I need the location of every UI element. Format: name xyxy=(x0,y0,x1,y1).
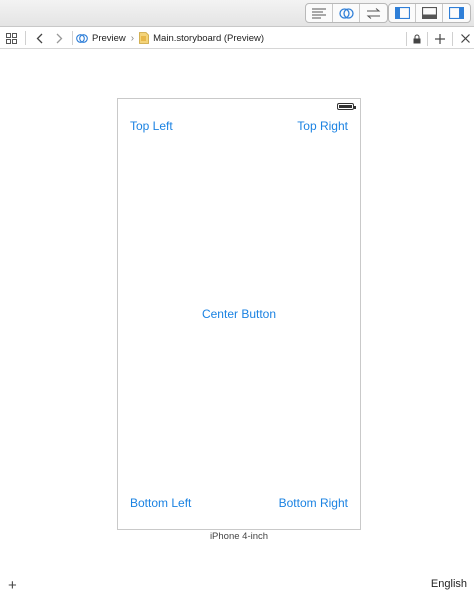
divider xyxy=(427,31,428,46)
storyboard-file-icon xyxy=(139,32,150,44)
close-editor-button[interactable] xyxy=(456,28,474,49)
forward-button[interactable] xyxy=(49,28,69,49)
lock-button[interactable] xyxy=(410,28,424,49)
bottom-right-button[interactable]: Bottom Right xyxy=(279,496,348,510)
breadcrumb-item-storyboard[interactable]: Main.storyboard (Preview) xyxy=(139,32,264,44)
battery-icon xyxy=(337,103,356,110)
toggle-utilities-button[interactable] xyxy=(443,4,470,22)
close-icon xyxy=(460,34,470,43)
add-editor-button[interactable] xyxy=(431,28,449,49)
lock-icon xyxy=(413,34,421,43)
breadcrumb-label: Main.storyboard (Preview) xyxy=(153,32,265,44)
divider xyxy=(452,31,453,46)
version-editor-icon xyxy=(366,7,381,19)
chevron-right-icon xyxy=(56,33,62,43)
language-selector[interactable]: English xyxy=(431,578,467,590)
chevron-left-icon xyxy=(36,33,42,43)
back-button[interactable] xyxy=(29,28,49,49)
breadcrumb: Preview › Main.storyboard (Preview) xyxy=(76,28,264,49)
preview-canvas: Top Left Top Right Center Button Bottom … xyxy=(0,50,474,593)
version-editor-button[interactable] xyxy=(360,4,387,22)
standard-editor-button[interactable] xyxy=(306,4,333,22)
divider xyxy=(25,31,26,45)
top-right-button[interactable]: Top Right xyxy=(297,119,348,133)
breadcrumb-separator-icon: › xyxy=(130,32,135,44)
toolbar xyxy=(0,0,474,27)
standard-editor-icon xyxy=(312,8,326,18)
plus-icon xyxy=(435,33,445,44)
grid-icon xyxy=(5,32,17,44)
assistant-editor-icon xyxy=(338,7,354,19)
editor-mode-segmented-control xyxy=(305,3,388,23)
assistant-editor-button[interactable] xyxy=(333,4,360,22)
device-preview-frame: Top Left Top Right Center Button Bottom … xyxy=(117,98,361,530)
assistant-icon xyxy=(76,33,88,43)
add-device-button[interactable]: + xyxy=(8,577,17,593)
center-button[interactable]: Center Button xyxy=(118,307,360,321)
bottom-left-button[interactable]: Bottom Left xyxy=(130,496,191,510)
device-name-label[interactable]: iPhone 4-inch xyxy=(117,531,361,542)
debug-area-icon xyxy=(421,7,437,19)
toggle-debug-area-button[interactable] xyxy=(416,4,443,22)
divider xyxy=(406,31,407,46)
toggle-navigator-button[interactable] xyxy=(389,4,416,22)
jump-bar: Preview › Main.storyboard (Preview) xyxy=(0,28,474,49)
divider xyxy=(72,31,73,45)
utilities-panel-icon xyxy=(449,7,464,19)
top-left-button[interactable]: Top Left xyxy=(130,119,173,133)
jump-bar-actions xyxy=(403,28,474,49)
related-items-button[interactable] xyxy=(0,28,22,49)
breadcrumb-item-preview[interactable]: Preview xyxy=(76,33,126,44)
view-toggle-segmented-control xyxy=(388,3,471,23)
breadcrumb-label: Preview xyxy=(92,32,126,44)
navigator-panel-icon xyxy=(394,7,410,19)
xcode-preview-window: Preview › Main.storyboard (Preview) Top … xyxy=(0,0,474,593)
